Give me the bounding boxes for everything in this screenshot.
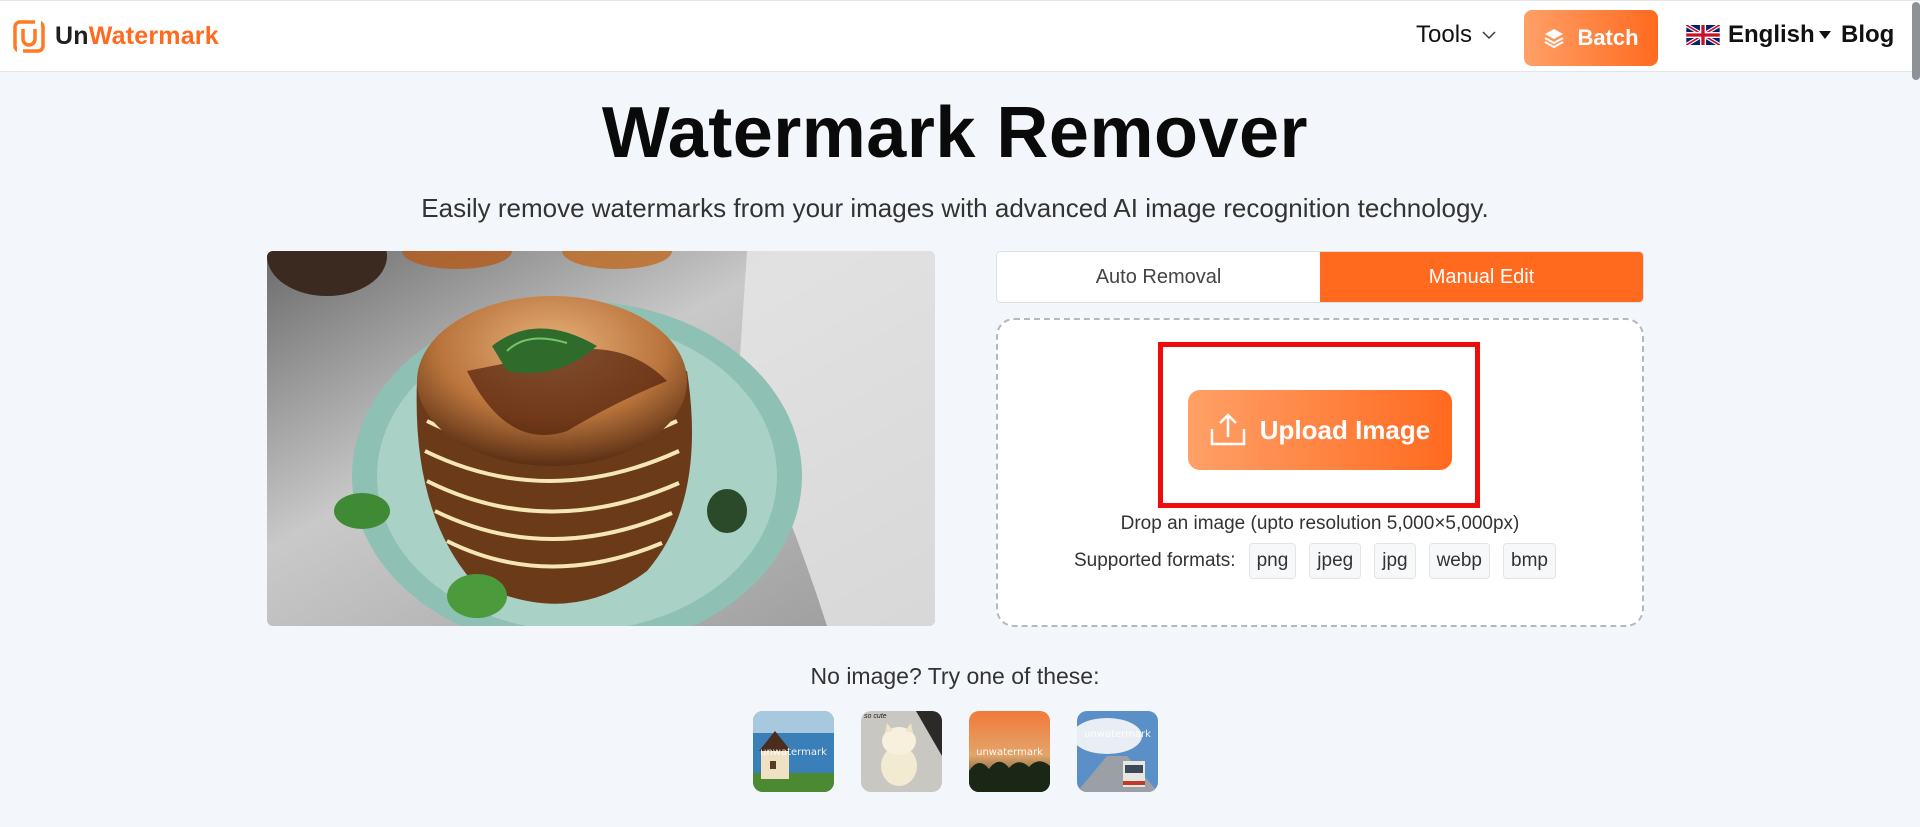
sample-watermark-text: so cute	[864, 713, 887, 720]
sample-watermark-text: unwatermark	[976, 747, 1043, 758]
drop-hint-text: Drop an image (upto resolution 5,000×5,0…	[1120, 513, 1520, 534]
sample-images: unwatermark so cute unwatermark unwaterm…	[753, 711, 1185, 792]
format-chip-bmp: bmp	[1503, 543, 1556, 579]
top-nav-bar: UnWatermark Tools Batch English Blog	[0, 0, 1920, 72]
upload-image-label: Upload Image	[1259, 414, 1431, 445]
caret-down-icon	[1818, 31, 1831, 39]
page-title: Watermark Remover	[601, 93, 1309, 173]
supported-formats: Supported formats: png jpeg jpg webp bmp	[1074, 543, 1569, 579]
language-label: English	[1728, 21, 1815, 48]
batch-button[interactable]: Batch	[1524, 10, 1658, 66]
scrollbar[interactable]	[1912, 2, 1920, 80]
batch-label: Batch	[1577, 25, 1639, 50]
layers-icon	[1544, 29, 1564, 49]
logo-text: UnWatermark	[55, 22, 219, 51]
sample-images-prompt: No image? Try one of these:	[810, 663, 1100, 689]
upload-image-button[interactable]: Upload Image	[1188, 390, 1452, 470]
tools-label: Tools	[1416, 21, 1473, 48]
unwatermark-logo-icon	[13, 20, 45, 53]
sample-image-house[interactable]: unwatermark	[753, 711, 834, 792]
logo-text-un: Un	[55, 22, 89, 50]
kitten-thumbnail	[861, 711, 942, 792]
upload-icon	[1210, 413, 1245, 446]
logo-text-watermark: Watermark	[88, 22, 219, 50]
tab-manual-edit[interactable]: Manual Edit	[1320, 252, 1643, 302]
blog-link[interactable]: Blog	[1841, 21, 1894, 49]
format-chip-jpg: jpg	[1374, 543, 1416, 579]
logo[interactable]: UnWatermark	[13, 20, 219, 53]
format-chip-webp: webp	[1428, 543, 1490, 579]
formats-label: Supported formats:	[1074, 550, 1236, 571]
bus-thumbnail	[1077, 711, 1158, 792]
sample-image-kitten[interactable]: so cute	[861, 711, 942, 792]
format-chip-png: png	[1248, 543, 1297, 579]
sample-watermark-text: unwatermark	[760, 747, 827, 758]
hero-pancake-image	[267, 251, 935, 626]
format-chip-jpeg: jpeg	[1309, 543, 1362, 579]
chevron-down-icon	[1482, 31, 1496, 39]
tools-menu[interactable]: Tools	[1416, 21, 1496, 49]
language-selector[interactable]: English	[1686, 21, 1831, 49]
sample-image-bus[interactable]: unwatermark	[1077, 711, 1158, 792]
mode-tabs: Auto Removal Manual Edit	[996, 251, 1644, 303]
sample-watermark-text: unwatermark	[1084, 729, 1151, 740]
page-subtitle: Easily remove watermarks from your image…	[421, 193, 1489, 223]
sample-image-sunset[interactable]: unwatermark	[969, 711, 1050, 792]
pancake-illustration	[267, 251, 935, 626]
tab-auto-removal[interactable]: Auto Removal	[997, 252, 1320, 302]
uk-flag-icon	[1686, 25, 1720, 45]
